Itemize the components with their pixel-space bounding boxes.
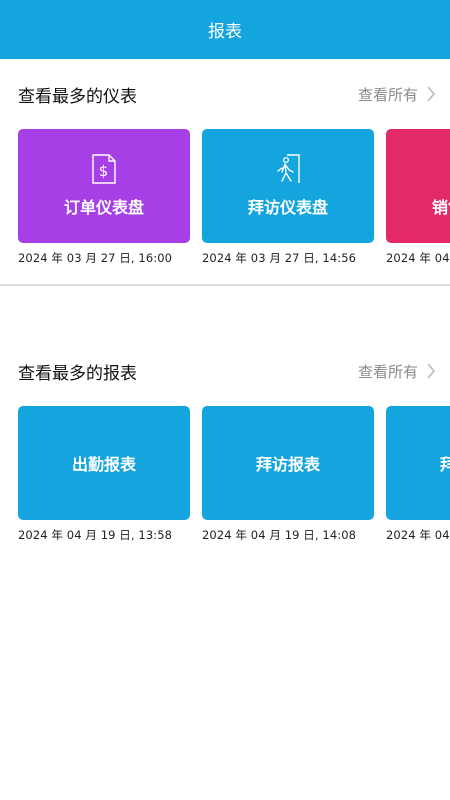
view-all-label: 查看所有 (357, 362, 418, 381)
card-label: 拜访仪表盘 (247, 198, 328, 217)
card-label: 订单仪表盘 (63, 198, 144, 217)
section-header: 查看最多的报表 查看所有 (0, 336, 450, 406)
view-all-reports-link[interactable]: 查看所有 (358, 361, 436, 382)
app-header: 报表 (0, 0, 450, 59)
section-divider (0, 284, 450, 286)
dashboard-card-orders[interactable]: $ 订单仪表盘 (18, 129, 190, 243)
section-title: 查看最多的仪表 (18, 86, 137, 107)
report-item: 拜访报表 2024 年 04 月 19 日, 14:08 (386, 406, 450, 543)
report-card-list[interactable]: 出勤报表 2024 年 04 月 19 日, 13:58 拜访报表 2024 年… (0, 406, 450, 543)
dashboard-card-list[interactable]: $ 订单仪表盘 2024 年 03 月 27 日, 16:00 拜访仪表盘 20… (0, 129, 450, 266)
view-all-label: 查看所有 (357, 85, 418, 104)
dashboard-card-visits[interactable]: 拜访仪表盘 (202, 129, 374, 243)
dollar-document-icon: $ (92, 154, 116, 184)
dashboard-card-sales[interactable]: 销售仪表盘 (386, 129, 450, 243)
report-card-visits-2[interactable]: 拜访报表 (386, 406, 450, 520)
card-date: 2024 年 04 月 19 日, 13:58 (18, 528, 173, 542)
card-label: 出勤报表 (71, 455, 136, 474)
card-date: 2024 年 04 月 19 日, 14:08 (386, 528, 450, 542)
report-card-attendance[interactable]: 出勤报表 (18, 406, 190, 520)
report-item: 拜访报表 2024 年 04 月 19 日, 14:08 (202, 406, 374, 543)
card-date: 2024 年 03 月 27 日, 14:56 (202, 251, 357, 265)
svg-text:$: $ (99, 162, 109, 180)
dashboard-item: 拜访仪表盘 2024 年 03 月 27 日, 14:56 (202, 129, 374, 266)
dashboard-item: 销售仪表盘 2024 年 04 月 19 日, 13:58 (386, 129, 450, 266)
chevron-right-icon (427, 363, 436, 379)
section-header: 查看最多的仪表 查看所有 (0, 59, 450, 129)
card-label: 销售仪表盘 (431, 198, 450, 217)
dashboard-item: $ 订单仪表盘 2024 年 03 月 27 日, 16:00 (18, 129, 190, 266)
page-title: 报表 (208, 22, 242, 42)
chevron-right-icon (427, 86, 436, 102)
card-date: 2024 年 03 月 27 日, 16:00 (18, 251, 173, 265)
view-all-dashboards-link[interactable]: 查看所有 (358, 84, 436, 105)
card-label: 拜访报表 (439, 455, 450, 474)
report-item: 出勤报表 2024 年 04 月 19 日, 13:58 (18, 406, 190, 543)
most-viewed-reports-section: 查看最多的报表 查看所有 出勤报表 2024 年 04 月 19 日, 13:5… (0, 336, 450, 556)
card-date: 2024 年 04 月 19 日, 14:08 (202, 528, 357, 542)
card-date: 2024 年 04 月 19 日, 13:58 (386, 251, 450, 265)
walking-person-door-icon (277, 154, 300, 183)
section-title: 查看最多的报表 (18, 363, 137, 384)
card-label: 拜访报表 (255, 455, 320, 474)
most-viewed-dashboards-section: 查看最多的仪表 查看所有 $ 订单仪表盘 2024 年 03 月 27 日, 1… (0, 59, 450, 336)
report-card-visits[interactable]: 拜访报表 (202, 406, 374, 520)
